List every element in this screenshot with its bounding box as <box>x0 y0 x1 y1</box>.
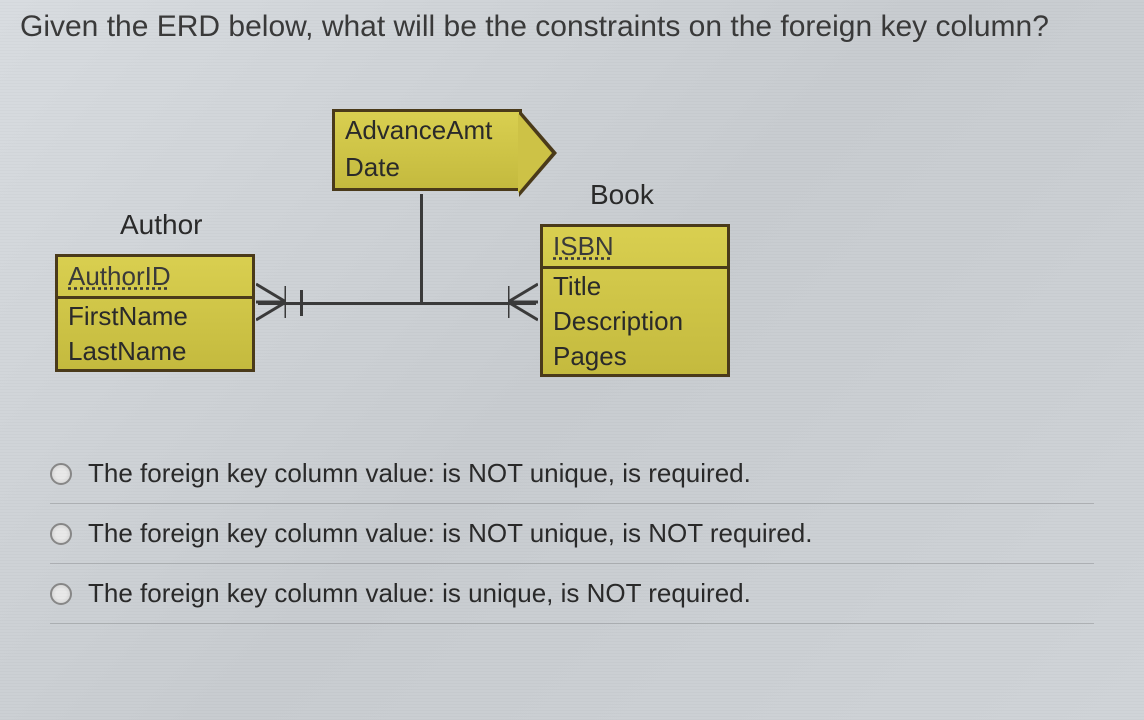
book-attr-description: Description <box>543 304 727 339</box>
author-attr-firstname: FirstName <box>58 299 252 334</box>
entity-book-box: ISBN Title Description Pages <box>540 224 730 377</box>
options-list: The foreign key column value: is NOT uni… <box>0 424 1144 624</box>
relationship-tag: AdvanceAmt Date <box>332 109 522 191</box>
radio-icon[interactable] <box>50 583 72 605</box>
question-text: Given the ERD below, what will be the co… <box>0 0 1144 44</box>
entity-author-box: AuthorID FirstName LastName <box>55 254 255 372</box>
option-1[interactable]: The foreign key column value: is NOT uni… <box>50 444 1094 504</box>
rel-attr-advanceamt: AdvanceAmt <box>335 112 519 149</box>
book-pk: ISBN <box>543 227 727 269</box>
crowfoot-author-icon <box>256 282 286 322</box>
option-3-text: The foreign key column value: is unique,… <box>88 578 751 609</box>
option-1-text: The foreign key column value: is NOT uni… <box>88 458 751 489</box>
author-attr-lastname: LastName <box>58 334 252 369</box>
erd-diagram: Author AuthorID FirstName LastName Advan… <box>0 44 1144 424</box>
author-pk: AuthorID <box>58 257 252 299</box>
conn-line-vertical <box>420 194 423 304</box>
crowfoot-book-icon <box>508 282 538 322</box>
book-attr-title: Title <box>543 269 727 304</box>
entity-author-label: Author <box>120 209 203 241</box>
radio-icon[interactable] <box>50 463 72 485</box>
rel-attr-date: Date <box>335 149 519 186</box>
conn-tick-left <box>300 290 303 316</box>
entity-book-label: Book <box>590 179 654 211</box>
option-3[interactable]: The foreign key column value: is unique,… <box>50 564 1094 624</box>
option-2[interactable]: The foreign key column value: is NOT uni… <box>50 504 1094 564</box>
radio-icon[interactable] <box>50 523 72 545</box>
option-2-text: The foreign key column value: is NOT uni… <box>88 518 812 549</box>
book-attr-pages: Pages <box>543 339 727 374</box>
